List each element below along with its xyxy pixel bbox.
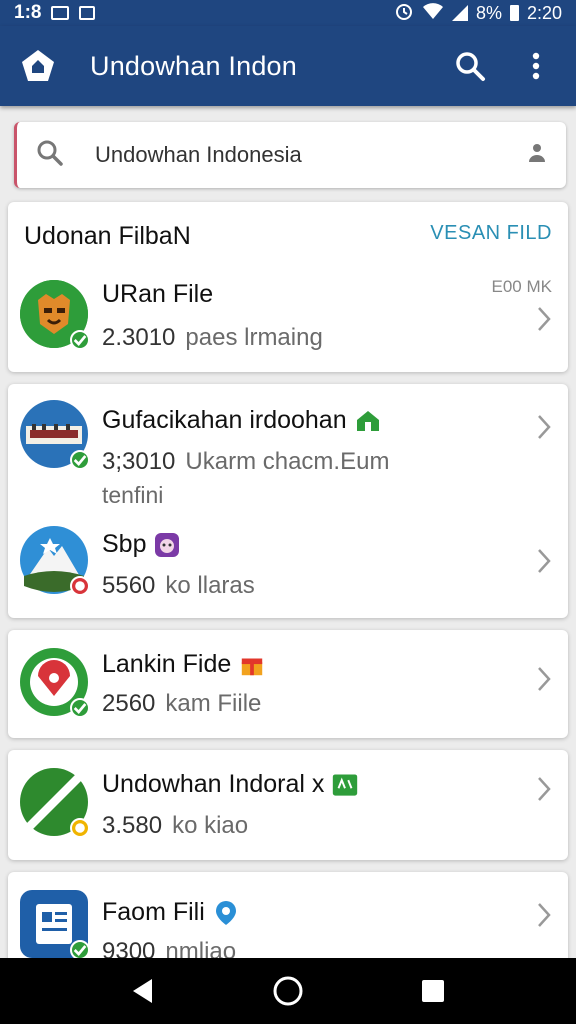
item-desc: ko llaras <box>165 572 255 599</box>
back-button[interactable] <box>123 971 163 1011</box>
item-count: 2560 <box>102 690 156 717</box>
item-avatar <box>20 768 90 838</box>
item-extra: tenfini <box>102 482 164 508</box>
item-desc: ko kiao <box>172 812 249 839</box>
verified-badge-icon <box>70 450 90 470</box>
chevron-right-icon <box>538 667 551 691</box>
verified-badge-icon <box>70 330 90 350</box>
item-desc: Ukarm chacm.Eum <box>185 448 390 475</box>
signal-icon <box>451 5 468 21</box>
search-icon <box>456 52 485 81</box>
person-icon[interactable] <box>526 140 548 171</box>
verified-badge-icon <box>70 698 90 718</box>
notification-icon <box>51 6 70 20</box>
app-logo-icon[interactable] <box>18 46 58 86</box>
chevron-right-icon <box>538 549 551 573</box>
chevron-right-icon <box>538 415 551 439</box>
item-desc: kam Fiile <box>165 690 262 717</box>
item-title-text: Faom Fili <box>102 898 205 926</box>
list-card: Gufacikahan irdoohan 3;3010 Ukarm chacm.E… <box>8 384 568 618</box>
item-title-text: Undowhan Indoral x <box>102 770 325 798</box>
item-title: Gufacikahan irdoohan <box>102 406 381 435</box>
section-card: Udonan FilbaN VESAN FILD E00 MK URan Fil… <box>8 202 568 372</box>
more-options-button[interactable] <box>514 44 558 88</box>
item-title: Undowhan Indoral x <box>102 770 358 799</box>
item-count: 5560 <box>102 572 156 599</box>
search-button[interactable] <box>448 44 492 88</box>
alert-badge-icon <box>70 576 90 596</box>
recents-icon <box>422 980 445 1002</box>
item-subtitle: 5560 ko llaras <box>102 572 255 600</box>
search-bar[interactable]: Undowhan Indonesia <box>14 122 566 188</box>
status-bar: 1:8 8% 2:20 <box>0 0 576 26</box>
list-item[interactable]: Lankin Fide 2560 kam Fiile <box>8 630 568 738</box>
wifi-icon <box>422 2 444 25</box>
alarm-icon <box>394 1 414 26</box>
item-avatar <box>20 526 90 596</box>
list-item[interactable]: URan File 2.3010 paes lrmaing <box>8 272 568 372</box>
item-count: 3;3010 <box>102 448 176 475</box>
chevron-right-icon <box>538 777 551 801</box>
item-title: URan File <box>102 280 213 309</box>
house-icon <box>355 409 381 433</box>
chevron-right-icon <box>538 903 551 927</box>
item-title: Lankin Fide <box>102 650 265 679</box>
item-subtitle: 3;3010 Ukarm chacm.Eum <box>102 448 389 476</box>
item-count: 2.3010 <box>102 324 176 351</box>
status-time-left: 1:8 <box>14 2 42 23</box>
app-title: Undowhan Indon <box>90 50 297 81</box>
list-item[interactable]: Undowhan Indoral x 3.580 ko kiao <box>8 750 568 860</box>
chevron-right-icon <box>538 307 551 331</box>
recents-button[interactable] <box>413 971 453 1011</box>
list-item[interactable]: Gufacikahan irdoohan 3;3010 Ukarm chacm.E… <box>8 384 568 508</box>
app-bar: Undowhan Indon <box>0 26 576 106</box>
item-title: Sbp <box>102 530 180 559</box>
more-vert-icon <box>532 52 540 80</box>
search-input[interactable]: Undowhan Indonesia <box>95 142 526 168</box>
navigation-bar <box>0 958 576 1024</box>
item-subtitle: 2.3010 paes lrmaing <box>102 324 323 352</box>
home-icon <box>273 976 303 1006</box>
item-avatar <box>20 890 90 960</box>
list-card: Lankin Fide 2560 kam Fiile <box>8 630 568 738</box>
item-count: 3.580 <box>102 812 163 839</box>
back-icon <box>132 979 152 1003</box>
verified-badge-icon <box>70 940 90 960</box>
section-action-link[interactable]: VESAN FILD <box>430 222 552 245</box>
item-avatar <box>20 280 90 350</box>
item-title-text: Gufacikahan irdoohan <box>102 406 347 434</box>
item-subtitle: 3.580 ko kiao <box>102 812 248 840</box>
item-title-text: Lankin Fide <box>102 650 232 678</box>
tag-icon <box>332 773 358 797</box>
item-avatar <box>20 400 90 470</box>
clock: 2:20 <box>526 2 562 23</box>
item-title-text: Sbp <box>102 530 147 558</box>
item-title-text: URan File <box>102 280 214 308</box>
emoji-face-icon <box>154 532 180 557</box>
battery-percent: 8% <box>475 2 502 23</box>
gift-icon <box>239 653 265 677</box>
section-title: Udonan FilbaN <box>24 222 191 250</box>
item-title: Faom Fili <box>102 898 239 927</box>
battery-icon <box>509 5 519 21</box>
star-badge-icon <box>70 818 90 838</box>
item-subtitle: 2560 kam Fiile <box>102 690 261 718</box>
item-desc: paes lrmaing <box>185 324 323 351</box>
image-notification-icon <box>79 6 96 20</box>
list-item[interactable]: Sbp 5560 ko llaras <box>8 518 568 618</box>
list-card: Undowhan Indoral x 3.580 ko kiao <box>8 750 568 860</box>
item-avatar <box>20 648 90 718</box>
search-icon <box>35 138 65 173</box>
home-button[interactable] <box>268 971 308 1011</box>
location-pin-icon <box>213 900 239 925</box>
